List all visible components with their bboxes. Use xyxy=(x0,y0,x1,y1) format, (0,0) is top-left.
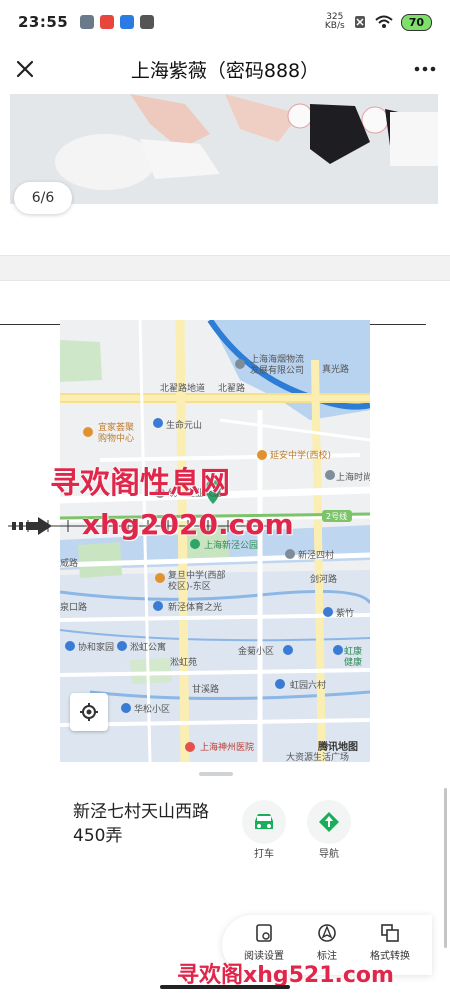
locate-button[interactable] xyxy=(70,693,108,731)
location-address: 新泾七村天山西路 450弄 xyxy=(73,800,209,848)
photo-content xyxy=(10,94,438,204)
page-indicator: 6/6 xyxy=(14,182,72,214)
arrow-right-icon xyxy=(12,517,52,535)
map-label-xiehe: 协和家园 xyxy=(78,641,114,653)
crosshair-icon xyxy=(80,703,98,721)
wifi-icon xyxy=(375,15,393,28)
map-label-beizhai-road: 北翟路地道 xyxy=(160,382,205,394)
divider-line-right xyxy=(370,324,426,325)
status-time: 23:55 xyxy=(18,13,69,31)
map-label-jianhe-road: 剑河路 xyxy=(310,573,337,585)
map-label-jinju: 金菊小区 xyxy=(238,645,274,657)
address-line2: 450弄 xyxy=(73,826,123,846)
speed-unit: KB/s xyxy=(324,21,345,31)
map-label-quankou: 泉口路 xyxy=(60,601,87,613)
section-divider xyxy=(0,255,450,281)
title-bar: 上海紫薇（密码888） xyxy=(0,44,450,94)
gallery-image[interactable] xyxy=(10,94,438,204)
map-label-hongyuan6: 虹园六村 xyxy=(290,679,326,691)
map-label-line2: 2号线 xyxy=(326,511,347,521)
map-label-yanan: 延安中学(西校) xyxy=(270,449,331,461)
tencent-map-logo: 腾讯地图 xyxy=(317,740,358,753)
taxi-button[interactable] xyxy=(242,800,286,844)
home-indicator[interactable] xyxy=(160,985,290,989)
notification-icons xyxy=(80,15,155,29)
address-line1: 新泾七村天山西路 xyxy=(73,802,209,822)
status-bar: 23:55 325 KB/s 70 xyxy=(0,0,450,44)
more-options-icon[interactable] xyxy=(412,56,438,82)
taxi-label: 打车 xyxy=(254,849,274,860)
map-label-xinjing-sports: 新泾体育之光 xyxy=(168,601,222,613)
watermark-site-name: 寻欢阁性息网 xyxy=(50,466,230,501)
app-notification-icon xyxy=(100,15,115,29)
navigation-icon xyxy=(319,812,339,832)
sheet-handle[interactable] xyxy=(199,772,233,776)
map-label-yijia: 宜家荟聚购物中心 xyxy=(98,421,134,444)
gallery-notification-icon xyxy=(80,15,95,29)
message-notification-icon xyxy=(140,15,155,29)
map-label-beizhai: 北翟路 xyxy=(218,382,245,394)
network-speed: 325 KB/s xyxy=(325,13,345,31)
map-label-tobacco: 上海海烟物流发展有限公司 xyxy=(250,353,304,376)
pen-icon xyxy=(318,924,336,942)
divider-line-left xyxy=(0,324,60,325)
map-label-weihong-yuan: 淞虹苑 xyxy=(170,656,197,668)
map-label-weihong-apt: 淞虹公寓 xyxy=(130,641,166,653)
no-sim-icon xyxy=(354,16,365,28)
scrollbar[interactable] xyxy=(444,788,447,948)
car-icon xyxy=(255,814,273,829)
map-label-ziyun: 紫竹 xyxy=(336,607,354,619)
close-icon[interactable] xyxy=(12,56,38,82)
navigate-button[interactable] xyxy=(307,800,351,844)
qq-notification-icon xyxy=(120,15,135,29)
map-label-life-yuanshan: 生命元山 xyxy=(166,419,202,431)
map-label-shenzhou-hospital: 上海神州医院 xyxy=(200,741,254,753)
copy-format-icon xyxy=(381,924,399,942)
battery-indicator: 70 xyxy=(400,13,432,31)
page-title: 上海紫薇（密码888） xyxy=(130,59,320,82)
watermark-domain: xhg2020.com xyxy=(82,508,294,541)
map-label-huasong: 华松小区 xyxy=(134,703,170,715)
read-settings-icon xyxy=(256,924,272,942)
map-label-shanghai-fashion: 上海时尚 xyxy=(336,471,370,483)
map-label-hongkang: 虹康健康 xyxy=(344,645,362,668)
map-label-xinjing4: 新泾四村 xyxy=(298,549,334,561)
map-label-zhenguang: 真光路 xyxy=(322,363,349,375)
map-label-weilu: 威路 xyxy=(60,557,78,569)
map-label-ganxi: 甘溪路 xyxy=(192,683,219,695)
navigate-label: 导航 xyxy=(319,849,339,860)
